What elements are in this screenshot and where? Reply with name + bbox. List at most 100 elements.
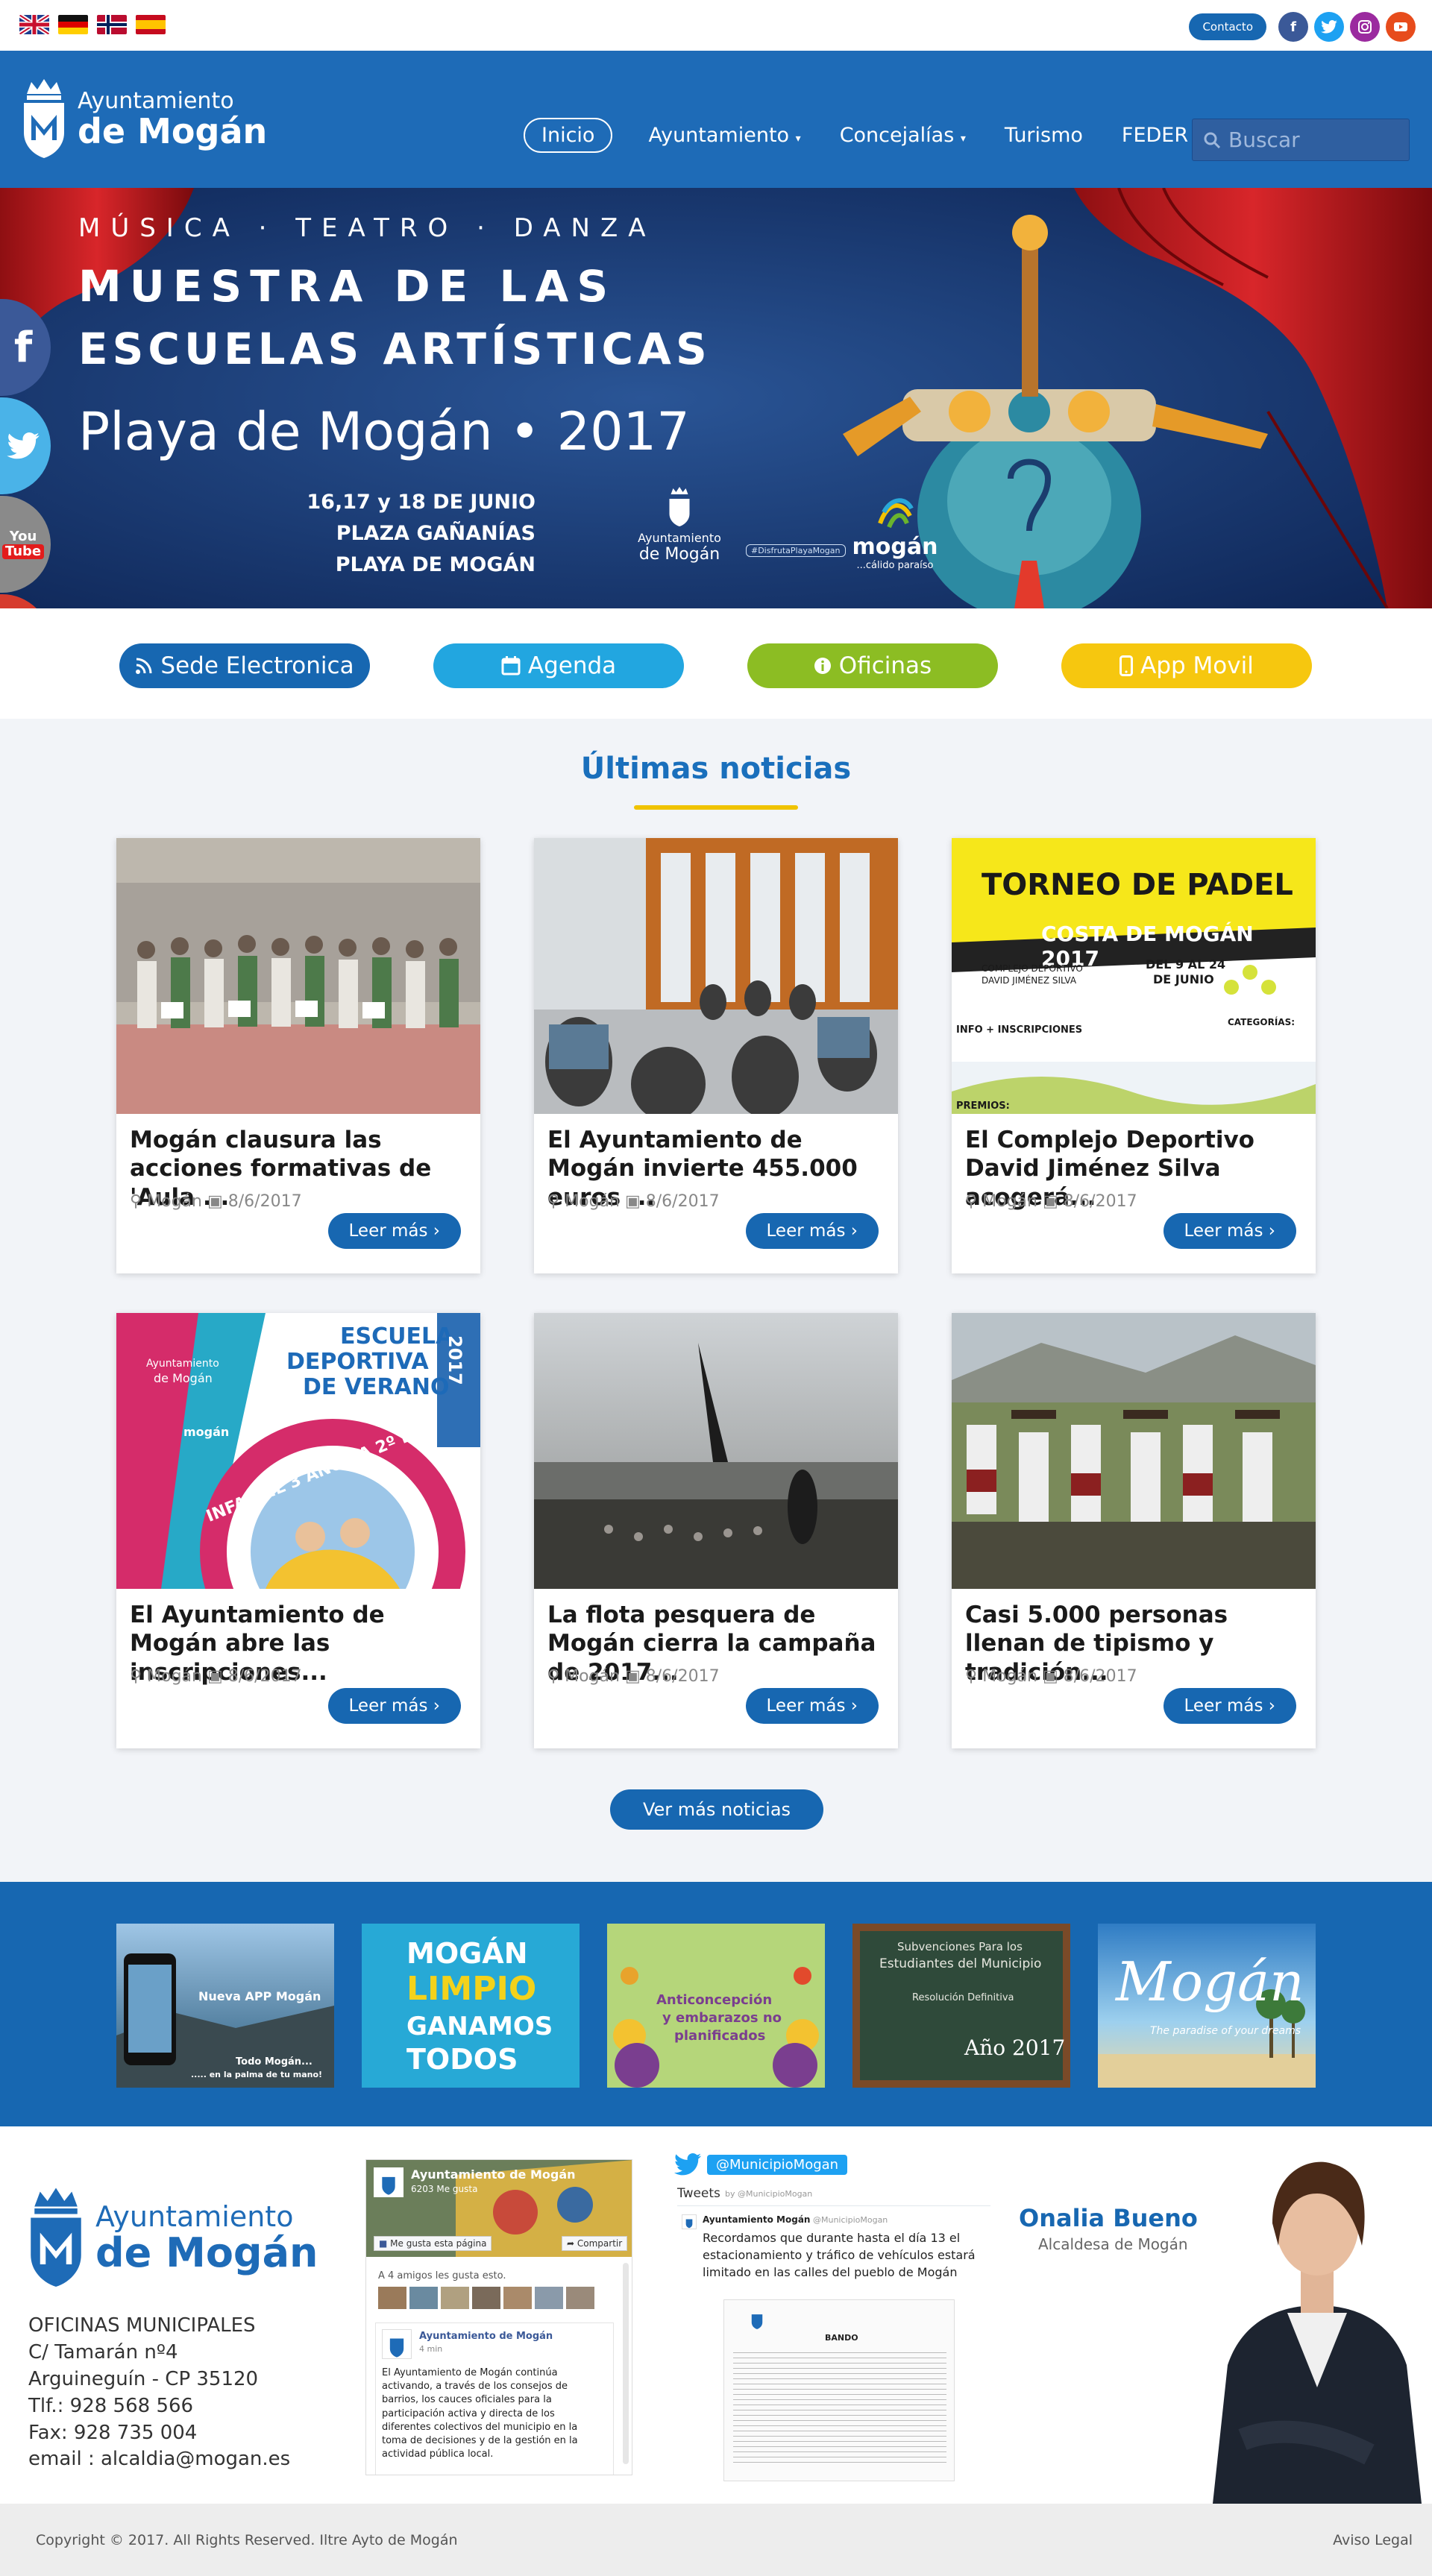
facebook-widget[interactable]: Ayuntamiento de Mogán 6203 Me gusta ■ Me… bbox=[365, 2159, 632, 2475]
avatar[interactable] bbox=[472, 2287, 500, 2309]
nav-item-turismo[interactable]: Turismo bbox=[1002, 119, 1086, 151]
youtube-icon[interactable] bbox=[1386, 12, 1416, 42]
news-image-folk-musicians[interactable] bbox=[952, 1313, 1316, 1589]
fb-post[interactable]: Ayuntamiento de Mogán 4 min El Ayuntamie… bbox=[375, 2323, 614, 2475]
sede-electronica-button[interactable]: Sede Electronica bbox=[119, 643, 370, 688]
spain-flag-icon[interactable] bbox=[136, 15, 166, 34]
news-image-meeting[interactable] bbox=[534, 838, 898, 1114]
side-youtube-label2: Tube bbox=[1, 544, 45, 559]
more-news-button[interactable]: Ver más noticias bbox=[610, 1789, 823, 1830]
fb-page-name[interactable]: Ayuntamiento de Mogán bbox=[411, 2167, 576, 2182]
footer-logo[interactable]: Ayuntamiento de Mogán bbox=[25, 2186, 318, 2290]
contact-button[interactable]: Contacto bbox=[1189, 13, 1266, 40]
news-card[interactable]: Casi 5.000 personas llenan de tipismo y … bbox=[952, 1313, 1316, 1748]
avatar[interactable] bbox=[441, 2287, 469, 2309]
escuela-t7: de Mogán bbox=[154, 1371, 213, 1385]
norway-flag-icon[interactable] bbox=[97, 15, 127, 34]
banner-limpio-t2: LIMPIO bbox=[406, 1970, 537, 2008]
twitter-bird-icon bbox=[674, 2153, 701, 2176]
address-line: Arguineguín - CP 35120 bbox=[28, 2367, 259, 2390]
read-more-button[interactable]: Leer más › bbox=[327, 1688, 461, 1724]
nav-item-concejalias[interactable]: Concejalías ▾ bbox=[837, 119, 969, 151]
news-date: 8/6/2017 bbox=[645, 1192, 720, 1211]
read-more-label: Leer más bbox=[766, 1696, 846, 1716]
banner-app-mogan[interactable]: Nueva APP Mogán Todo Mogán... ..... en l… bbox=[116, 1924, 334, 2088]
news-image-escuela-poster[interactable]: ESCUELA DEPORTIVA DE VERANO 2017 INFANTI… bbox=[116, 1313, 480, 1589]
avatar[interactable] bbox=[566, 2287, 594, 2309]
read-more-button[interactable]: Leer más › bbox=[1163, 1213, 1296, 1249]
tweet-author[interactable]: Ayuntamiento Mogán bbox=[703, 2214, 810, 2225]
news-card[interactable]: El Ayuntamiento de Mogán invierte 455.00… bbox=[534, 838, 898, 1273]
crest-logo-icon bbox=[24, 79, 64, 158]
banner-app-t3: ..... en la palma de tu mano! bbox=[191, 2070, 323, 2079]
map-marker-icon: ⚲ bbox=[547, 1192, 560, 1211]
nav-item-inicio[interactable]: Inicio bbox=[524, 118, 613, 153]
read-more-button[interactable]: Leer más › bbox=[1163, 1688, 1296, 1724]
avatar[interactable] bbox=[409, 2287, 438, 2309]
nav-item-feder[interactable]: FEDER bbox=[1119, 119, 1191, 151]
read-more-button[interactable]: Leer más › bbox=[745, 1213, 879, 1249]
tweets-label: Tweets bbox=[677, 2186, 720, 2201]
address-line[interactable]: email : alcaldia@mogan.es bbox=[28, 2446, 290, 2473]
legal-link[interactable]: Aviso Legal bbox=[1333, 2532, 1413, 2548]
nav-item-concejalias-label: Concejalías bbox=[839, 124, 955, 147]
facebook-icon[interactable]: f bbox=[1278, 12, 1308, 42]
read-more-label: Leer más bbox=[348, 1696, 428, 1716]
news-image-fishing-boat[interactable] bbox=[534, 1313, 898, 1589]
page-avatar bbox=[374, 2167, 403, 2197]
fb-like-button[interactable]: ■ Me gusta esta página bbox=[374, 2236, 492, 2251]
hero-banner[interactable]: MÚSICA · TEATRO · DANZA MUESTRA DE LAS E… bbox=[0, 188, 1432, 608]
banner-limpio-t1: MOGÁN bbox=[406, 1937, 528, 1970]
address-line: Fax: 928 735 004 bbox=[28, 2421, 198, 2444]
twitter-widget[interactable]: @MunicipioMogan Tweets by @MunicipioMoga… bbox=[671, 2153, 992, 2481]
read-more-label: Leer más bbox=[1184, 1696, 1263, 1716]
twitter-header: @MunicipioMogan bbox=[674, 2153, 848, 2176]
fb-share-label: Compartir bbox=[577, 2238, 623, 2249]
padel-t5: COMPLEJO DEPORTIVO bbox=[982, 963, 1083, 974]
news-image-group-photo[interactable] bbox=[116, 838, 480, 1114]
uk-flag-icon[interactable] bbox=[19, 15, 49, 34]
avatar[interactable] bbox=[535, 2287, 563, 2309]
twitter-handle-badge[interactable]: @MunicipioMogan bbox=[707, 2154, 848, 2175]
site-logo[interactable]: Ayuntamiento de Mogán bbox=[21, 78, 267, 161]
nav-item-ayuntamiento[interactable]: Ayuntamiento ▾ bbox=[645, 119, 803, 151]
twitter-icon[interactable] bbox=[1314, 12, 1344, 42]
news-card[interactable]: Mogán clausura las acciones formativas d… bbox=[116, 838, 480, 1273]
padel-t3: DEL 9 AL 24 bbox=[1146, 957, 1226, 971]
news-card[interactable]: ESCUELA DEPORTIVA DE VERANO 2017 INFANTI… bbox=[116, 1313, 480, 1748]
instagram-icon[interactable] bbox=[1350, 12, 1380, 42]
fb-friends: A 4 amigos les gusta esto. bbox=[378, 2270, 506, 2281]
hero-date1: 16,17 y 18 DE JUNIO bbox=[307, 491, 536, 514]
search-input[interactable]: Buscar bbox=[1192, 119, 1410, 161]
banner-strip: Nueva APP Mogán Todo Mogán... ..... en l… bbox=[0, 1882, 1432, 2126]
banner-mogan-limpio[interactable]: MOGÁN LIMPIO GANAMOS TODOS bbox=[362, 1924, 580, 2088]
banner-anticoncepcion[interactable]: Anticoncepción y embarazos no planificad… bbox=[607, 1924, 825, 2088]
hero-line4: Playa de Mogán • 2017 bbox=[78, 401, 690, 462]
read-more-button[interactable]: Leer más › bbox=[745, 1688, 879, 1724]
banner-mogan-paradise[interactable]: Mogán The paradise of your dreams bbox=[1098, 1924, 1316, 2088]
escuela-t2: DEPORTIVA bbox=[286, 1349, 429, 1375]
address-line: Tlf.: 928 568 566 bbox=[28, 2394, 194, 2417]
avatar[interactable] bbox=[503, 2287, 532, 2309]
address-line: OFICINAS MUNICIPALES bbox=[28, 2314, 256, 2337]
crest-icon bbox=[751, 2314, 763, 2329]
news-image-padel-poster[interactable]: TORNEO DE PADEL COSTA DE MOGÁN 2017 DEL … bbox=[952, 838, 1316, 1114]
tweet-document-image[interactable]: BANDO bbox=[723, 2299, 955, 2481]
fb-share-button[interactable]: ➦ Compartir bbox=[562, 2236, 628, 2251]
scrollbar[interactable] bbox=[623, 2263, 629, 2464]
oficinas-label: Oficinas bbox=[838, 652, 932, 679]
germany-flag-icon[interactable] bbox=[58, 15, 88, 34]
read-more-button[interactable]: Leer más › bbox=[327, 1213, 461, 1249]
fb-post-author[interactable]: Ayuntamiento de Mogán bbox=[419, 2331, 553, 2342]
padel-t8: PREMIOS: bbox=[956, 1100, 1010, 1112]
news-card[interactable]: TORNEO DE PADEL COSTA DE MOGÁN 2017 DEL … bbox=[952, 838, 1316, 1273]
avatar[interactable] bbox=[378, 2287, 406, 2309]
news-meta: ⚲ Mogán ▣ 8/6/2017 bbox=[965, 1192, 1137, 1211]
oficinas-button[interactable]: Oficinas bbox=[747, 643, 998, 688]
padel-t4: DE JUNIO bbox=[1153, 972, 1214, 986]
escuela-t3: DE VERANO bbox=[303, 1374, 450, 1400]
agenda-button[interactable]: Agenda bbox=[433, 643, 684, 688]
news-card[interactable]: La flota pesquera de Mogán cierra la cam… bbox=[534, 1313, 898, 1748]
app-movil-button[interactable]: App Movil bbox=[1061, 643, 1312, 688]
banner-subvenciones[interactable]: Subvenciones Para los Estudiantes del Mu… bbox=[852, 1924, 1070, 2088]
